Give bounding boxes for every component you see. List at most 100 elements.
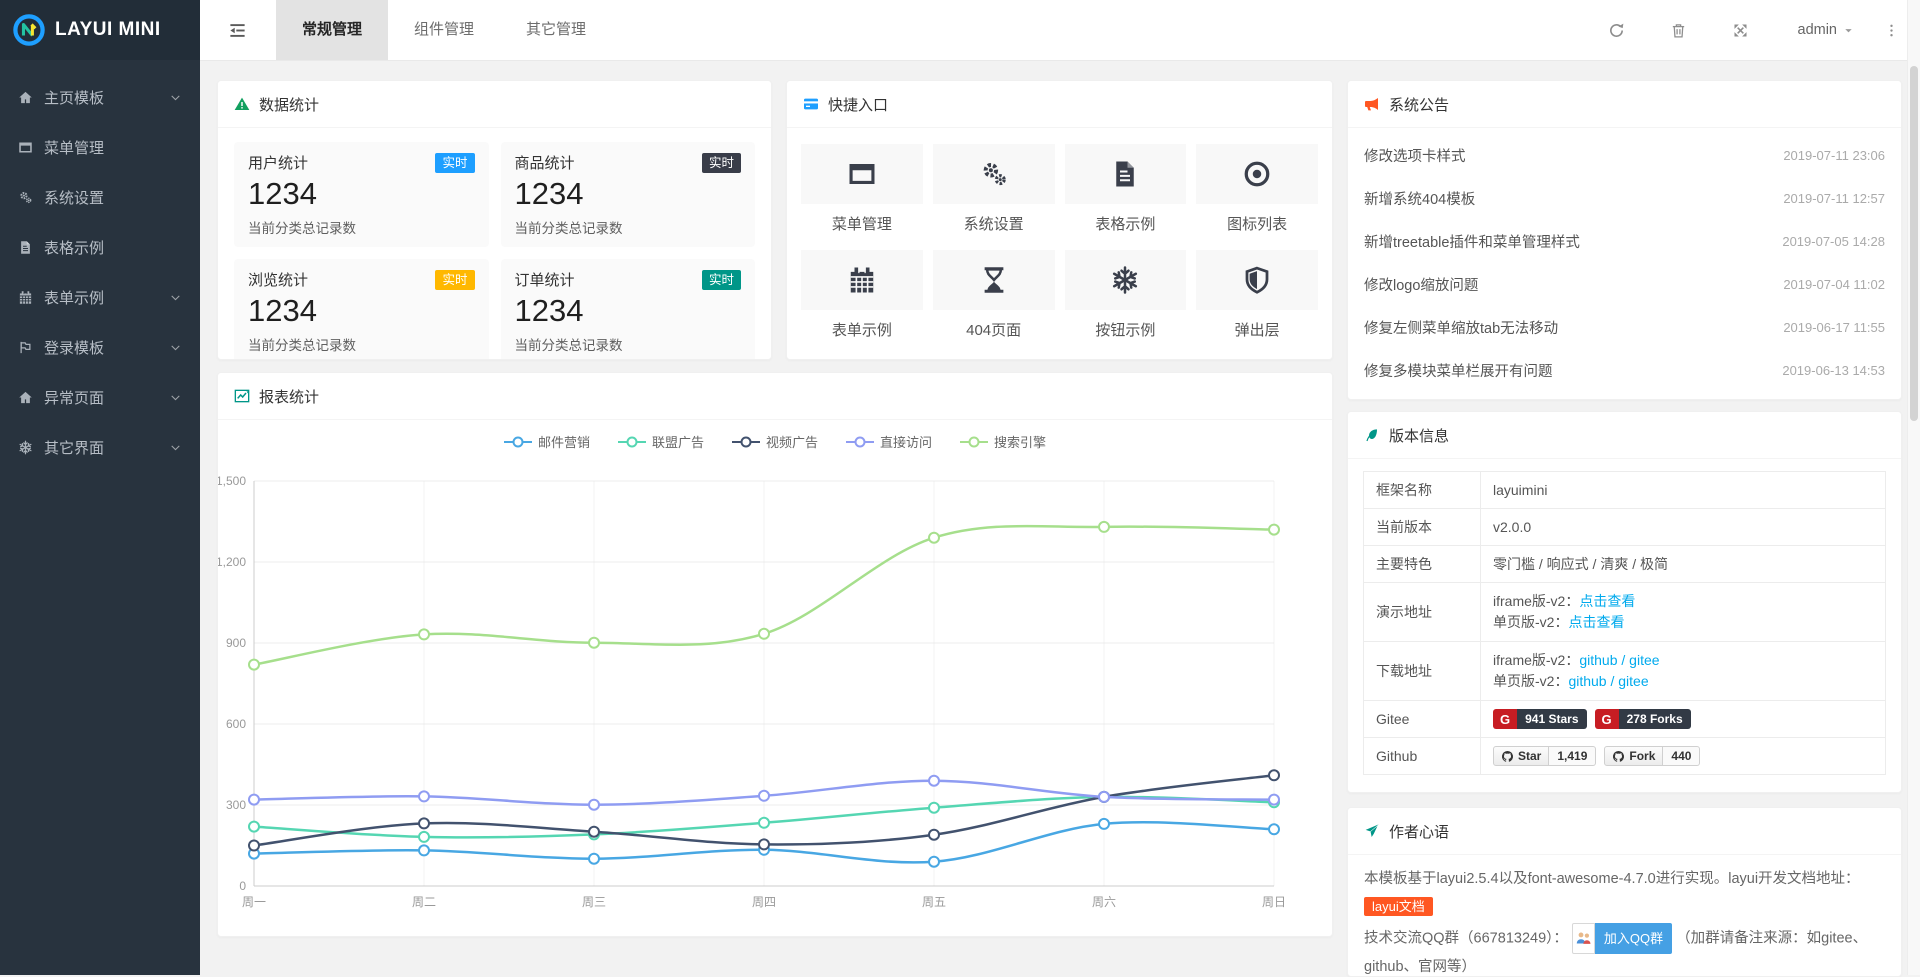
quick-entry-label: 系统设置: [933, 213, 1055, 234]
legend-label: 视频广告: [766, 432, 818, 451]
version-link[interactable]: 点击查看: [1579, 593, 1635, 609]
github-badge[interactable]: Fork440: [1604, 746, 1700, 766]
sidebar-item-label: 系统设置: [44, 187, 104, 208]
sidebar-item-label: 主页模板: [44, 87, 104, 108]
version-row-label: 当前版本: [1364, 509, 1481, 546]
qq-people-icon: [1572, 923, 1595, 954]
version-link-line: iframe版-v2：github / gitee: [1493, 650, 1873, 671]
notice-item[interactable]: 修复左侧菜单缩放tab无法移动 2019-06-17 11:55: [1348, 306, 1901, 349]
more-options-icon[interactable]: [1884, 23, 1898, 38]
notice-item[interactable]: 新增系统404模板 2019-07-11 12:57: [1348, 177, 1901, 220]
bullhorn-icon: [1364, 96, 1380, 112]
notice-item[interactable]: 新增treetable插件和菜单管理样式 2019-07-05 14:28: [1348, 220, 1901, 263]
notice-date: 2019-07-05 14:28: [1782, 234, 1885, 249]
trash-icon[interactable]: [1670, 22, 1688, 39]
notice-item[interactable]: 修改logo缩放问题 2019-07-04 11:02: [1348, 263, 1901, 306]
app-logo[interactable]: LAYUI MINI: [0, 0, 200, 60]
sidebar-item-4[interactable]: 表单示例: [0, 272, 200, 322]
file-icon: [18, 240, 34, 255]
sidebar-item-2[interactable]: 系统设置: [0, 172, 200, 222]
panel-data-stats: 数据统计 用户统计 实时 1234 当前分类总记录数 商品统计 实时 1234 …: [217, 80, 772, 360]
version-value: 零门槛 / 响应式 / 清爽 / 极简: [1493, 556, 1668, 572]
quick-entry-表格示例[interactable]: 表格示例: [1065, 144, 1187, 234]
join-qq-badge[interactable]: 加入QQ群: [1572, 923, 1672, 954]
stats-cards: 用户统计 实时 1234 当前分类总记录数 商品统计 实时 1234 当前分类总…: [218, 128, 771, 360]
gitee-badge[interactable]: G941 Stars: [1493, 709, 1587, 729]
notice-item[interactable]: 修改选项卡样式 2019-07-11 23:06: [1348, 134, 1901, 177]
notice-text: 修改选项卡样式: [1364, 145, 1466, 166]
file-icon: [1110, 159, 1140, 189]
chevron-down-icon: [169, 91, 182, 104]
sidebar-item-1[interactable]: 菜单管理: [0, 122, 200, 172]
version-row-label: Github: [1364, 738, 1481, 775]
sidebar-item-5[interactable]: 登录模板: [0, 322, 200, 372]
version-link-line: iframe版-v2：点击查看: [1493, 591, 1873, 612]
github-badge[interactable]: Star1,419: [1493, 746, 1596, 766]
stat-description: 当前分类总记录数: [248, 217, 475, 237]
gitee-badge[interactable]: G278 Forks: [1595, 709, 1691, 729]
panel-title: 系统公告: [1389, 94, 1449, 115]
version-row-label: 演示地址: [1364, 583, 1481, 642]
fullscreen-icon[interactable]: [1732, 22, 1750, 39]
stat-description: 当前分类总记录数: [515, 334, 742, 354]
legend-item-联盟广告[interactable]: 联盟广告: [618, 432, 704, 451]
quick-entry-图标列表[interactable]: 图标列表: [1196, 144, 1318, 234]
gears-icon: [979, 159, 1009, 189]
quick-entry-系统设置[interactable]: 系统设置: [933, 144, 1055, 234]
legend-item-搜索引擎[interactable]: 搜索引擎: [960, 432, 1046, 451]
scrollbar-thumb[interactable]: [1910, 66, 1918, 421]
svg-text:300: 300: [226, 798, 246, 812]
quick-entry-弹出层[interactable]: 弹出层: [1196, 250, 1318, 340]
version-link[interactable]: github / gitee: [1568, 673, 1648, 689]
hourglass-icon: [979, 265, 1009, 295]
panel-title: 快捷入口: [828, 94, 888, 115]
sidebar-item-3[interactable]: 表格示例: [0, 222, 200, 272]
panel-author-words: 作者心语 本模板基于layui2.5.4以及font-awesome-4.7.0…: [1347, 807, 1902, 977]
version-link-line: 单页版-v2：github / gitee: [1493, 671, 1873, 692]
legend-marker-icon: [846, 436, 874, 448]
version-link[interactable]: 点击查看: [1568, 614, 1624, 630]
notice-text: 新增系统404模板: [1364, 188, 1475, 209]
quick-entry-404页面[interactable]: 404页面: [933, 250, 1055, 340]
quick-entry-label: 菜单管理: [801, 213, 923, 234]
realtime-badge: 实时: [435, 270, 474, 290]
quick-entry-按钮示例[interactable]: 按钮示例: [1065, 250, 1187, 340]
panel-title: 版本信息: [1389, 425, 1449, 446]
home-icon: [18, 90, 34, 105]
panel-title: 数据统计: [259, 94, 319, 115]
topbar-tab-0[interactable]: 常规管理: [276, 0, 388, 60]
sidebar-item-7[interactable]: 其它界面: [0, 422, 200, 472]
quick-entry-菜单管理[interactable]: 菜单管理: [801, 144, 923, 234]
topbar-tab-1[interactable]: 组件管理: [388, 0, 500, 60]
flag-icon: [18, 340, 34, 355]
gitee-logo-icon: G: [1595, 709, 1619, 729]
quick-entry-label: 表单示例: [801, 319, 923, 340]
vertical-scrollbar[interactable]: [1907, 0, 1920, 975]
notice-item[interactable]: 修复多模块菜单栏展开有问题 2019-06-13 14:53: [1348, 349, 1901, 392]
github-count: 440: [1663, 746, 1700, 766]
panel-title: 报表统计: [259, 386, 319, 407]
words-line-2-pre: 技术交流QQ群（667813249）：: [1364, 930, 1568, 946]
notice-text: 修复左侧菜单缩放tab无法移动: [1364, 317, 1558, 338]
user-menu[interactable]: admin: [1798, 22, 1855, 38]
calendar-icon: [18, 290, 34, 305]
legend-item-邮件营销[interactable]: 邮件营销: [504, 432, 590, 451]
notice-list: 修改选项卡样式 2019-07-11 23:06 新增系统404模板 2019-…: [1348, 128, 1901, 398]
collapse-sidebar-icon[interactable]: [228, 21, 250, 40]
version-link[interactable]: github / gitee: [1579, 652, 1659, 668]
legend-item-直接访问[interactable]: 直接访问: [846, 432, 932, 451]
version-row: 当前版本v2.0.0: [1364, 509, 1886, 546]
notice-date: 2019-07-11 12:57: [1783, 191, 1885, 206]
topbar-tab-2[interactable]: 其它管理: [500, 0, 612, 60]
layui-logo-icon: [12, 13, 46, 47]
sidebar-item-6[interactable]: 异常页面: [0, 372, 200, 422]
quick-entry-表单示例[interactable]: 表单示例: [801, 250, 923, 340]
github-count: 1,419: [1549, 746, 1596, 766]
layui-doc-badge[interactable]: layui文档: [1364, 897, 1433, 916]
chevron-down-icon: [169, 341, 182, 354]
legend-item-视频广告[interactable]: 视频广告: [732, 432, 818, 451]
svg-text:周三: 周三: [582, 895, 606, 909]
chevron-down-icon: [169, 291, 182, 304]
sidebar-item-0[interactable]: 主页模板: [0, 72, 200, 122]
refresh-icon[interactable]: [1608, 22, 1626, 39]
